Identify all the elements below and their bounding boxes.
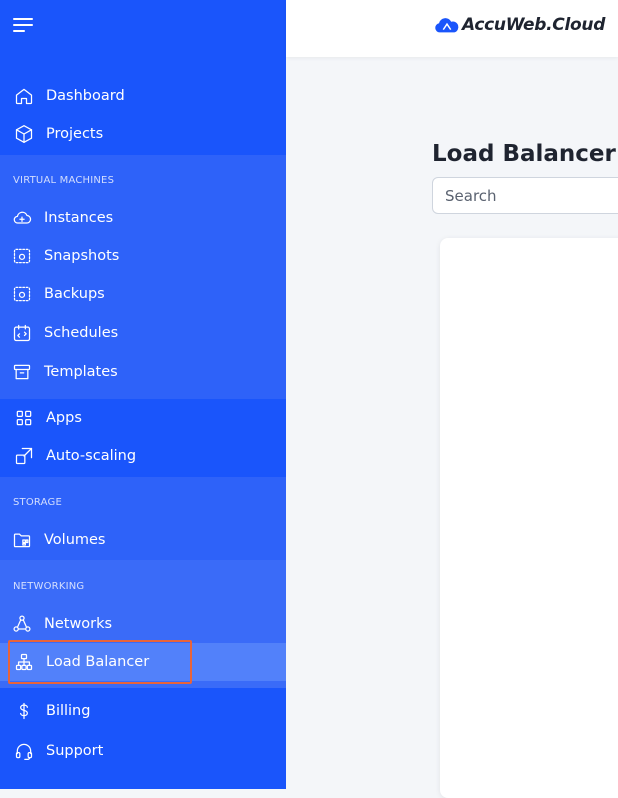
sidebar-item-networks[interactable]: Networks [0, 605, 286, 643]
menu-toggle-icon[interactable] [13, 17, 33, 33]
content-card [440, 238, 618, 798]
sidebar-item-label: Backups [44, 286, 105, 302]
search-input[interactable] [432, 177, 618, 214]
sidebar-item-label: Instances [44, 210, 114, 226]
sidebar-item-projects[interactable]: Projects [0, 115, 286, 153]
sidebar-item-billing[interactable]: Billing [0, 692, 286, 730]
sidebar-item-support[interactable]: Support [0, 732, 286, 770]
backup-icon [11, 283, 33, 305]
network-nodes-icon [11, 613, 33, 635]
sidebar-item-schedules[interactable]: Schedules [0, 314, 286, 352]
sidebar-item-dashboard[interactable]: Dashboard [0, 77, 286, 115]
sidebar-item-backups[interactable]: Backups [0, 275, 286, 313]
camera-frame-icon [11, 245, 33, 267]
sidebar-item-label: Load Balancer [46, 654, 150, 670]
sidebar-item-label: Templates [44, 364, 118, 380]
cloud-plus-icon [11, 207, 33, 229]
sidebar-item-templates[interactable]: Templates [0, 353, 286, 391]
sidebar-item-snapshots[interactable]: Snapshots [0, 237, 286, 275]
sidebar-item-label: Projects [46, 126, 104, 142]
sidebar-item-label: Networks [44, 616, 113, 632]
cloud-logo-icon [435, 18, 459, 33]
brand-name: AccuWeb.Cloud [462, 15, 606, 35]
calendar-icon [11, 322, 33, 344]
sidebar-item-volumes[interactable]: Volumes [0, 521, 286, 559]
brand-logo[interactable]: AccuWeb.Cloud [434, 15, 605, 35]
archive-icon [11, 361, 33, 383]
top-bar: AccuWeb.Cloud [286, 0, 618, 57]
scale-icon [13, 445, 35, 467]
sidebar-item-label: Dashboard [46, 88, 125, 104]
page-title: Load Balancer [432, 141, 616, 168]
grid-icon [13, 407, 35, 429]
sidebar-item-label: Support [46, 743, 104, 759]
sidebar-item-label: Volumes [44, 532, 106, 548]
cube-icon [13, 123, 35, 145]
dollar-icon [13, 700, 35, 722]
section-heading-virtual-machines: VIRTUAL MACHINES [13, 175, 115, 186]
sidebar-item-label: Auto-scaling [46, 448, 137, 464]
section-heading-storage: STORAGE [13, 497, 63, 508]
home-icon [13, 85, 35, 107]
sidebar-item-load-balancer[interactable]: Load Balancer [0, 643, 286, 681]
sidebar: Dashboard Projects VIRTUAL MACHINES Inst… [0, 0, 286, 789]
section-heading-networking: NETWORKING [13, 581, 85, 592]
sidebar-item-label: Apps [46, 410, 82, 426]
sidebar-item-instances[interactable]: Instances [0, 199, 286, 237]
sidebar-item-auto-scaling[interactable]: Auto-scaling [0, 437, 286, 475]
sidebar-item-apps[interactable]: Apps [0, 399, 286, 437]
sidebar-item-label: Schedules [44, 325, 119, 341]
sitemap-icon [13, 651, 35, 673]
sidebar-item-label: Billing [46, 703, 91, 719]
headset-icon [13, 740, 35, 762]
folder-icon [11, 529, 33, 551]
sidebar-item-label: Snapshots [44, 248, 120, 264]
